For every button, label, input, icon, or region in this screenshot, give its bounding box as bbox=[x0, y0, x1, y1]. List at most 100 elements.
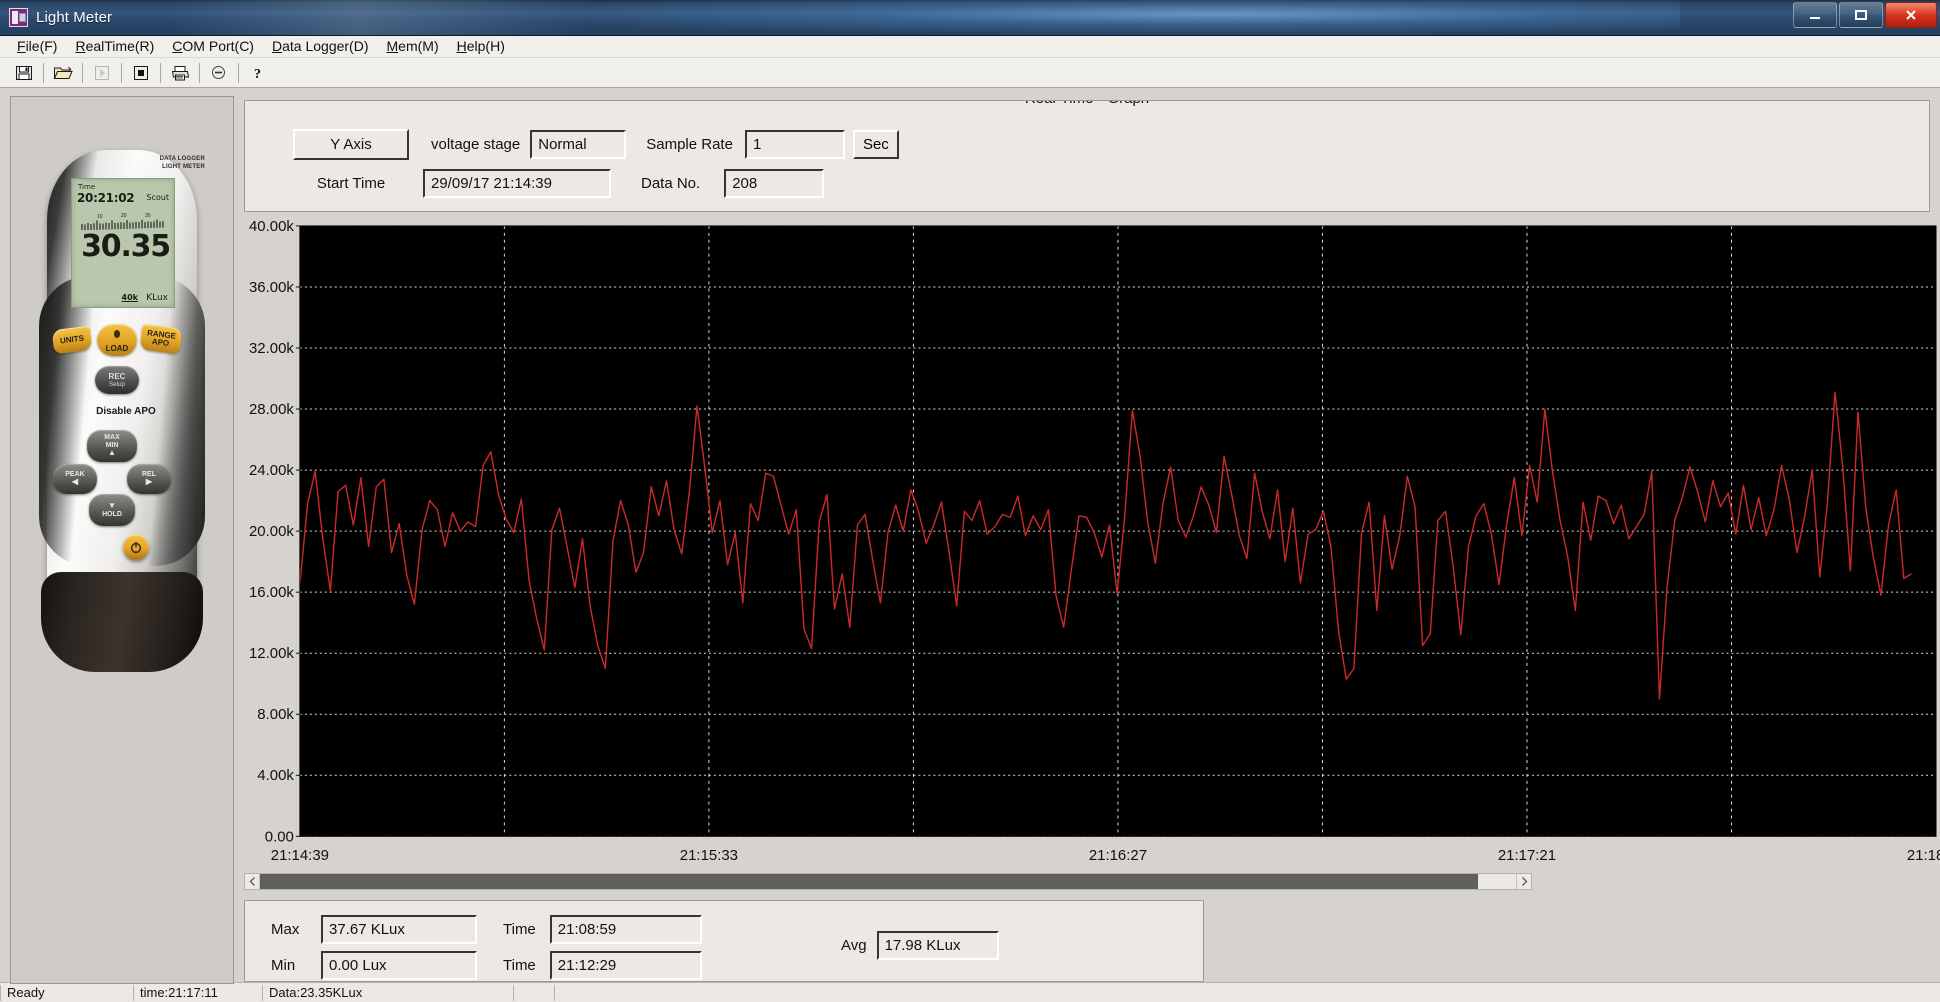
voltage-stage-label: voltage stage bbox=[431, 136, 521, 153]
min-row: Min 0.00 Lux Time 21:12:29 bbox=[271, 951, 702, 980]
svg-text:32.00k: 32.00k bbox=[249, 341, 294, 357]
svg-text:20.00k: 20.00k bbox=[249, 524, 294, 540]
max-time-label: Time bbox=[503, 921, 536, 938]
save-icon[interactable] bbox=[10, 60, 38, 86]
realtime-graph-groupbox: Real-Time Graph Y Axis voltage stage Norm… bbox=[244, 100, 1930, 212]
device-max-label: MAX bbox=[104, 434, 120, 442]
status-ready: Ready bbox=[7, 985, 45, 1000]
scroll-left-arrow-icon[interactable] bbox=[245, 874, 260, 889]
device-rec-label: REC bbox=[108, 371, 126, 381]
maximize-button[interactable] bbox=[1839, 2, 1883, 28]
chart-horizontal-scrollbar[interactable] bbox=[244, 873, 1532, 890]
left-arrow-icon: ◀ bbox=[71, 477, 79, 487]
y-axis-button[interactable]: Y Axis bbox=[293, 129, 409, 160]
device-brand-line1: DATA LOGGER bbox=[159, 156, 205, 162]
max-row: Max 37.67 KLux Time 21:08:59 bbox=[271, 915, 702, 944]
legend-graph: Graph bbox=[1107, 101, 1149, 107]
start-time-field[interactable]: 29/09/17 21:14:39 bbox=[423, 169, 611, 198]
data-no-label: Data No. bbox=[641, 175, 701, 192]
svg-text:36.00k: 36.00k bbox=[249, 280, 294, 296]
legend-realtime: Real-Time bbox=[1025, 101, 1094, 107]
title-bar-glow-secondary bbox=[170, 0, 590, 35]
zoom-out-icon[interactable] bbox=[205, 60, 233, 86]
sample-rate-field[interactable]: 1 bbox=[744, 130, 845, 159]
window-title: Light Meter bbox=[36, 9, 113, 26]
menu-file[interactable]: FFile(F)ile(F) bbox=[8, 36, 66, 57]
svg-text:20: 20 bbox=[121, 213, 127, 219]
content-area: Real-Time Graph Y Axis voltage stage Norm… bbox=[234, 88, 1940, 982]
window-controls bbox=[1793, 2, 1937, 28]
device-rec-setup-button[interactable]: REC Setup bbox=[95, 366, 139, 394]
main-body: DATA LOGGER LIGHT METER Time 20:21:02 Sc… bbox=[0, 88, 1940, 984]
lcd-unit-label: KLux bbox=[146, 293, 168, 303]
down-arrow-icon: ▼ bbox=[108, 501, 116, 511]
device-rel-button[interactable]: REL ▶ bbox=[127, 464, 171, 494]
print-icon[interactable] bbox=[166, 60, 194, 86]
avg-value-field: 17.98 KLux bbox=[876, 931, 999, 960]
svg-text:21:17:21: 21:17:21 bbox=[1498, 848, 1556, 864]
max-time-field: 21:08:59 bbox=[549, 915, 702, 944]
help-icon[interactable]: ? bbox=[244, 60, 272, 86]
menu-mem[interactable]: Mem(M) bbox=[378, 36, 448, 57]
lcd-time-label: Time bbox=[78, 183, 96, 191]
sample-rate-unit-button[interactable]: Sec bbox=[852, 130, 899, 159]
groupbox-legend: Real-Time Graph bbox=[1010, 101, 1164, 107]
device-image-panel: DATA LOGGER LIGHT METER Time 20:21:02 Sc… bbox=[10, 96, 234, 984]
toolbar-separator bbox=[82, 62, 83, 83]
svg-text:0.00: 0.00 bbox=[265, 829, 294, 845]
device-load-button[interactable]: LOAD bbox=[97, 324, 137, 356]
power-icon[interactable] bbox=[123, 534, 149, 560]
status-time: time:21:17:11 bbox=[140, 985, 218, 1000]
svg-text:28.00k: 28.00k bbox=[249, 402, 294, 418]
up-arrow-icon: ▲ bbox=[108, 448, 116, 458]
min-time-field: 21:12:29 bbox=[549, 951, 702, 980]
max-label: Max bbox=[271, 921, 300, 938]
stop-icon[interactable] bbox=[127, 60, 155, 86]
start-time-label: Start Time bbox=[316, 175, 386, 192]
title-bar: Light Meter bbox=[0, 0, 1940, 36]
device-setup-label: Setup bbox=[109, 381, 125, 388]
voltage-stage-field[interactable]: Normal bbox=[530, 130, 627, 159]
max-value-field: 37.67 KLux bbox=[321, 915, 477, 944]
device-load-label: LOAD bbox=[105, 343, 129, 353]
play-icon[interactable] bbox=[88, 60, 116, 86]
realtime-chart[interactable]: 40.00k 36.00k 32.00k 28.00k 24.00k 20.00k 16.0… bbox=[244, 218, 1940, 872]
device-base bbox=[41, 572, 203, 672]
menu-com-port[interactable]: COM Port(C) bbox=[163, 36, 263, 57]
device-hold-button[interactable]: ▼ HOLD bbox=[89, 494, 135, 526]
device-range-apo-button[interactable]: RANGE APO bbox=[139, 323, 183, 355]
settings-row-1: Y Axis voltage stage Normal Sample Rate … bbox=[293, 129, 899, 160]
menu-help[interactable]: Help(H) bbox=[448, 36, 514, 57]
scroll-right-arrow-icon[interactable] bbox=[1516, 874, 1531, 889]
svg-text:21:15:33: 21:15:33 bbox=[680, 848, 738, 864]
svg-text:?: ? bbox=[254, 67, 261, 82]
minimize-button[interactable] bbox=[1793, 2, 1837, 28]
toolbar-separator bbox=[238, 62, 239, 83]
device-brand-line2: LIGHT METER bbox=[162, 163, 205, 170]
toolbar-separator bbox=[160, 62, 161, 83]
lcd-mode-label: Scout bbox=[146, 193, 169, 202]
min-value-field: 0.00 Lux bbox=[321, 951, 477, 980]
light-meter-device: DATA LOGGER LIGHT METER Time 20:21:02 Sc… bbox=[31, 142, 221, 672]
device-peak-button[interactable]: PEAK ◀ bbox=[53, 464, 97, 494]
scrollbar-track[interactable] bbox=[260, 874, 1516, 889]
svg-text:10: 10 bbox=[97, 214, 103, 220]
right-arrow-icon: ▶ bbox=[145, 477, 153, 487]
data-no-field[interactable]: 208 bbox=[724, 169, 825, 198]
statistics-panel: Max 37.67 KLux Time 21:08:59 Min 0.00 Lu… bbox=[244, 900, 1204, 982]
close-button[interactable] bbox=[1885, 2, 1937, 28]
toolbar-separator bbox=[121, 62, 122, 83]
settings-row-2: Start Time 29/09/17 21:14:39 Data No. 20… bbox=[293, 169, 825, 198]
svg-text:4.00k: 4.00k bbox=[257, 768, 294, 784]
status-spacer-1 bbox=[514, 983, 554, 1002]
device-maxmin-button[interactable]: MAX MIN ▲ bbox=[87, 430, 137, 462]
chart-svg[interactable]: 40.00k 36.00k 32.00k 28.00k 24.00k 20.00k 16.0… bbox=[244, 218, 1940, 872]
toolbar-separator bbox=[199, 62, 200, 83]
toolbar-separator bbox=[43, 62, 44, 83]
status-spacer-2 bbox=[555, 983, 595, 1002]
open-icon[interactable] bbox=[49, 60, 77, 86]
sample-rate-label: Sample Rate bbox=[646, 136, 733, 153]
menu-realtime[interactable]: RealTime(R) bbox=[66, 36, 163, 57]
scrollbar-thumb[interactable] bbox=[260, 874, 1479, 889]
menu-data-logger[interactable]: Data Logger(D) bbox=[263, 36, 378, 57]
